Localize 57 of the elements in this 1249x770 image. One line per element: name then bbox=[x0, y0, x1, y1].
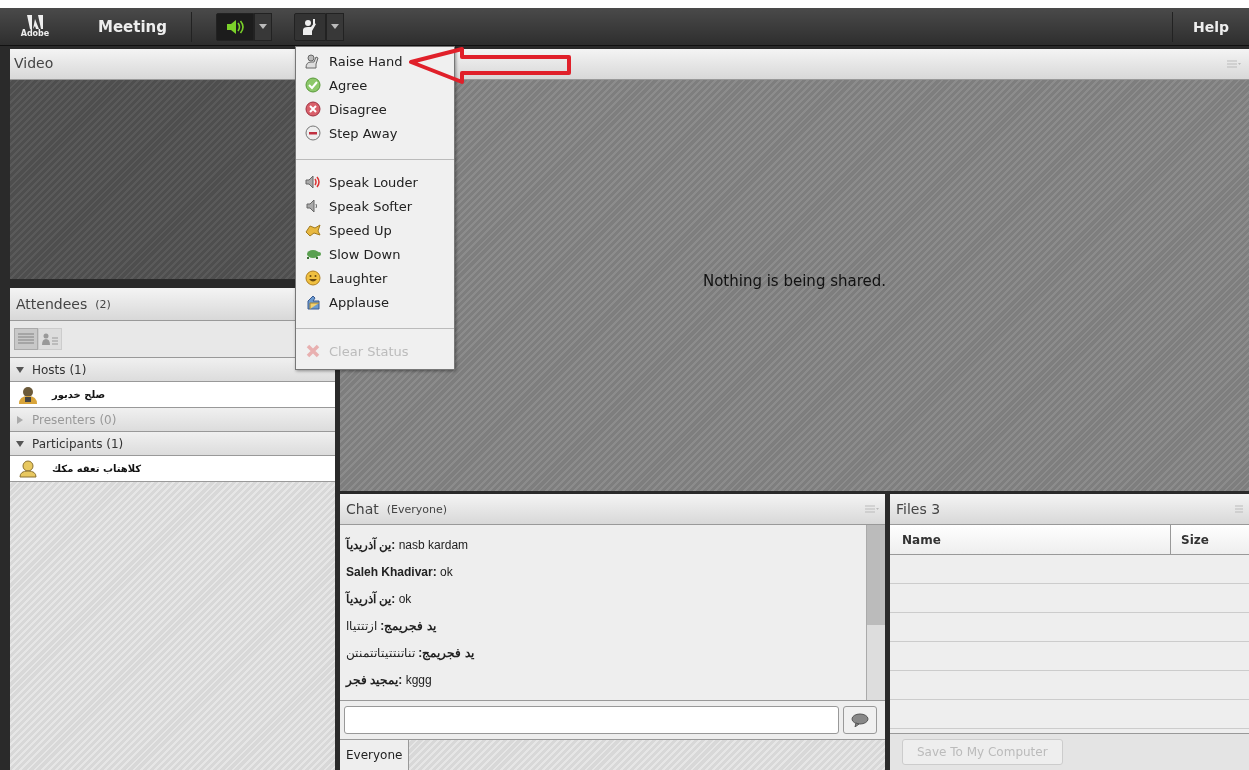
app-title[interactable]: Meeting bbox=[98, 17, 167, 36]
caret-icon bbox=[331, 24, 339, 29]
column-header[interactable]: Size bbox=[1171, 525, 1249, 554]
attendee-count: (2) bbox=[95, 297, 111, 311]
send-button[interactable] bbox=[843, 706, 877, 734]
card-view-button[interactable] bbox=[38, 328, 62, 350]
menu-item[interactable]: Step Away bbox=[296, 121, 454, 145]
speech-bubble-icon bbox=[851, 713, 869, 727]
menu-item[interactable]: Laughter bbox=[296, 266, 454, 290]
menu-item[interactable]: Speak Softer bbox=[296, 194, 454, 218]
raised-hand-button[interactable] bbox=[294, 12, 326, 41]
host-icon bbox=[18, 385, 38, 404]
smiley-icon bbox=[305, 270, 321, 286]
menu-item[interactable]: Speak Louder bbox=[296, 170, 454, 194]
chat-message: Saleh Khadivar: ok bbox=[346, 564, 454, 581]
attendee-name[interactable]: صلح خديور bbox=[52, 389, 106, 400]
empty-share-message: Nothing is being shared. bbox=[702, 271, 887, 290]
speaker-button[interactable] bbox=[216, 12, 254, 41]
expanded-triangle-icon bbox=[16, 439, 24, 448]
logo-mark-icon bbox=[27, 14, 43, 29]
speaker-icon bbox=[225, 17, 245, 36]
adobe-logo[interactable]: Adobe bbox=[20, 14, 50, 39]
chat-scope: (Everyone) bbox=[386, 502, 448, 516]
status-dropdown-button[interactable] bbox=[326, 12, 344, 41]
contact-card-icon bbox=[42, 333, 58, 345]
cross-icon bbox=[305, 101, 321, 117]
check-icon bbox=[305, 77, 321, 93]
menu-item[interactable]: Speed Up bbox=[296, 218, 454, 242]
scrollbar[interactable] bbox=[866, 525, 885, 700]
pod-title: Attendees bbox=[16, 296, 88, 312]
chat-message: ید فجریمج: ازتتتیاا bbox=[346, 618, 438, 636]
chat-message: ید فجریمج: تناتنتتیتاتتمنتن bbox=[346, 645, 476, 663]
chat-input-field[interactable] bbox=[344, 706, 839, 734]
list-view-button[interactable] bbox=[14, 328, 38, 350]
pod-title: Video bbox=[14, 55, 54, 71]
raised-hand-icon bbox=[305, 53, 321, 69]
menu-item[interactable]: Disagree bbox=[296, 97, 454, 121]
menu-item[interactable]: Raise Hand bbox=[296, 49, 454, 73]
expanded-triangle-icon bbox=[16, 365, 24, 374]
user-icon bbox=[18, 459, 38, 478]
pod-title: Files 3 bbox=[896, 501, 941, 517]
clapping-hands-icon bbox=[305, 294, 321, 310]
loud-speaker-icon bbox=[305, 174, 321, 190]
running-figure-icon bbox=[305, 222, 321, 238]
clear-icon bbox=[305, 343, 321, 359]
attendee-name[interactable]: كلاهتاب تعقه مكك bbox=[52, 463, 142, 474]
menu-item[interactable]: Applause bbox=[296, 290, 454, 314]
pod-title: Chat bbox=[346, 501, 379, 517]
minus-icon bbox=[305, 125, 321, 141]
help-menu[interactable]: Help bbox=[1192, 18, 1229, 35]
column-header[interactable]: Name bbox=[890, 525, 1171, 554]
collapsed-triangle-icon bbox=[16, 415, 24, 424]
menu-item[interactable]: Slow Down bbox=[296, 242, 454, 266]
menu-item[interactable]: Agree bbox=[296, 73, 454, 97]
list-icon bbox=[18, 333, 34, 345]
audio-dropdown-button[interactable] bbox=[254, 12, 272, 41]
caret-icon bbox=[259, 24, 267, 29]
